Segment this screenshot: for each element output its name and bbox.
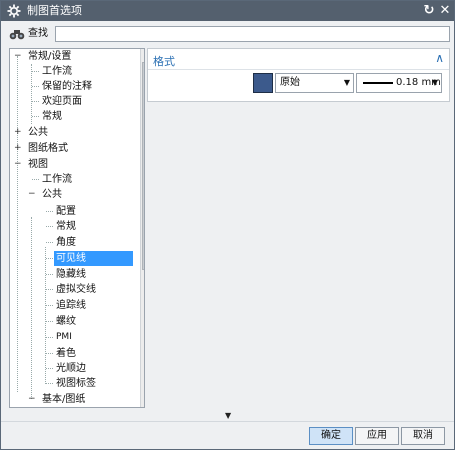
tree-item-label: 基本/图纸 <box>42 394 86 405</box>
reset-icon[interactable]: ↻ <box>421 3 437 19</box>
color-swatch-button[interactable] <box>253 73 273 93</box>
line-font-value: 原始 <box>280 77 300 88</box>
tree-item-label: 工作流 <box>42 174 72 185</box>
tree-connector <box>46 274 53 275</box>
tree-item-label: 角度 <box>56 237 76 248</box>
tree-item-label: 欢迎页面 <box>42 96 82 107</box>
scroll-down-icon[interactable]: ▼ <box>141 394 144 406</box>
tree-connector <box>46 289 53 290</box>
tree-item-label: 公共 <box>28 127 48 138</box>
format-panel: 格式 ∧ 原始 ▼ 0.18 mm ▼ <box>147 48 450 102</box>
footer-divider <box>1 421 454 422</box>
collapse-icon[interactable]: − <box>28 395 36 404</box>
tree-item-label: 虚拟交线 <box>56 284 96 295</box>
tree-item-label: 光顺边 <box>56 363 86 374</box>
tree-connector <box>46 337 53 338</box>
line-sample-icon <box>363 82 393 84</box>
tree-connector <box>46 321 53 322</box>
tree-connector <box>32 101 39 102</box>
tree-connector <box>46 383 53 384</box>
search-row: 查找 <box>7 26 450 42</box>
dialog-window: 制图首选项 ↻ ✕ 查找 − 常规/设置 工作流 保留的注释 欢迎页面 常规 +… <box>0 0 455 450</box>
tree-connector <box>32 179 39 180</box>
line-width-dropdown[interactable]: 0.18 mm ▼ <box>356 73 442 93</box>
expand-icon[interactable]: + <box>14 144 22 153</box>
preferences-tree: − 常规/设置 工作流 保留的注释 欢迎页面 常规 + 公共 + 图纸格式 − <box>9 48 145 408</box>
collapse-icon[interactable]: − <box>28 190 36 199</box>
tree-item-label: 常规/设置 <box>28 51 72 62</box>
apply-button[interactable]: 应用 <box>355 427 399 445</box>
chevron-down-icon: ▼ <box>343 78 350 87</box>
close-icon[interactable]: ✕ <box>437 3 453 19</box>
tree-item-label: 隐藏线 <box>56 269 86 280</box>
search-input[interactable] <box>55 26 450 42</box>
tree-item-label: 螺纹 <box>56 316 76 327</box>
tree-item-label: 可见线 <box>54 251 133 266</box>
tree-connector <box>46 226 53 227</box>
ok-button[interactable]: 确定 <box>309 427 353 445</box>
search-label: 查找 <box>28 28 48 39</box>
tree-connector <box>32 71 39 72</box>
tree-item-label: 常规 <box>42 111 62 122</box>
tree-connector <box>45 247 46 384</box>
expand-more-icon[interactable]: ▼ <box>225 411 231 420</box>
tree-connector <box>31 64 32 124</box>
tree-connector <box>46 258 53 259</box>
tree-connector <box>32 116 39 117</box>
tree-item-label: 视图标签 <box>56 378 96 389</box>
tree-connector <box>46 242 53 243</box>
expand-icon[interactable]: + <box>14 128 22 137</box>
cancel-button[interactable]: 取消 <box>401 427 445 445</box>
tree-item-label: 追踪线 <box>56 300 86 311</box>
scroll-thumb[interactable] <box>142 62 144 270</box>
tree-item-label: 公共 <box>42 189 62 200</box>
tree-item-label: 视图 <box>28 159 48 170</box>
tree-item-label: 着色 <box>56 348 76 359</box>
tree-connector <box>46 368 53 369</box>
collapse-icon[interactable]: − <box>14 52 22 61</box>
tree-scrollbar[interactable]: ▲ ▼ <box>140 49 144 407</box>
window-title: 制图首选项 <box>27 4 82 17</box>
tree-item-label: PMI <box>56 332 72 342</box>
tree-connector <box>46 353 53 354</box>
tree-connector <box>17 56 18 392</box>
gear-icon <box>7 4 21 18</box>
scroll-up-icon[interactable]: ▲ <box>141 49 144 61</box>
panel-title: 格式 <box>153 55 175 68</box>
collapse-icon[interactable]: − <box>14 160 22 169</box>
panel-divider <box>148 69 449 70</box>
tree-item-label: 保留的注释 <box>42 81 92 92</box>
line-font-dropdown[interactable]: 原始 ▼ <box>275 73 354 93</box>
tree-item-label: 工作流 <box>42 66 72 77</box>
tree-connector <box>32 86 39 87</box>
tree-item-label: 配置 <box>56 206 76 217</box>
tree-connector <box>46 305 53 306</box>
binoculars-icon <box>9 30 25 40</box>
collapse-caret-icon[interactable]: ∧ <box>435 51 444 65</box>
tree-connector <box>31 217 32 399</box>
tree-item-label: 图纸格式 <box>28 143 68 154</box>
tree-item-label: 常规 <box>56 221 76 232</box>
title-bar: 制图首选项 ↻ ✕ <box>1 1 454 21</box>
chevron-down-icon: ▼ <box>431 78 438 87</box>
tree-connector <box>46 211 53 212</box>
